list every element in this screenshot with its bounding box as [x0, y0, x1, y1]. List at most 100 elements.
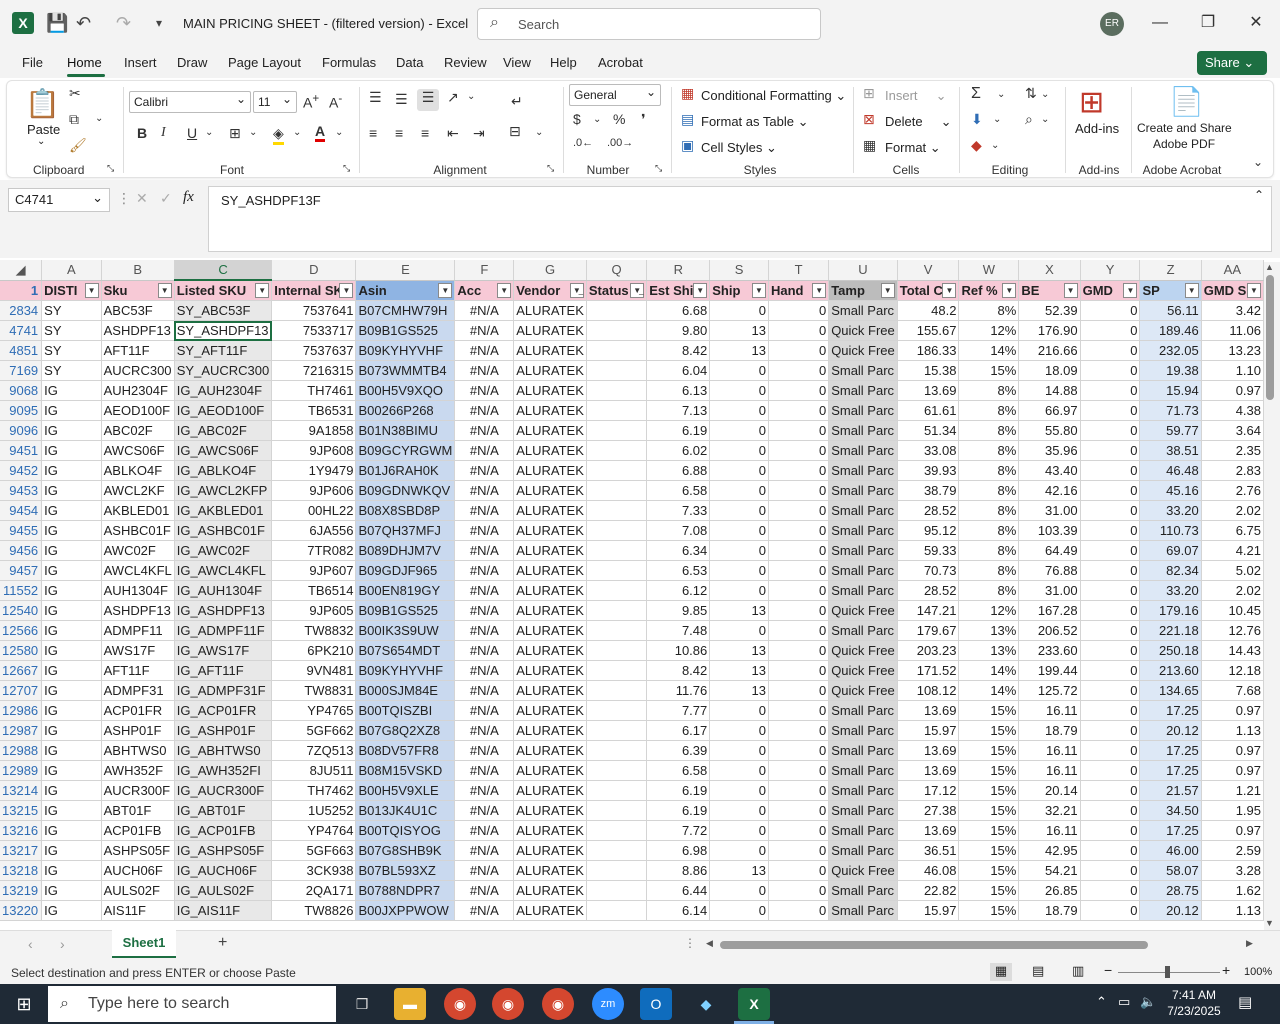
sort-filter-dropdown-icon[interactable]: ⌄ — [1041, 89, 1049, 100]
cell[interactable]: 0 — [709, 560, 769, 581]
row-number[interactable]: 13218 — [0, 860, 43, 881]
cell[interactable]: 52.39 — [1018, 300, 1081, 321]
cell[interactable]: 2.59 — [1201, 840, 1264, 861]
number-launcher-icon[interactable]: ⤡ — [655, 163, 662, 174]
cell[interactable]: 33.20 — [1139, 500, 1202, 521]
cell[interactable]: 0 — [768, 400, 830, 421]
cell[interactable]: 6.39 — [646, 740, 711, 761]
cell[interactable]: 9A1858 — [271, 420, 357, 441]
cell[interactable]: 0 — [768, 480, 830, 501]
cell[interactable]: IG_AUH2304F — [174, 380, 273, 401]
cell[interactable]: 58.07 — [1139, 860, 1202, 881]
cell[interactable]: 13 — [709, 320, 769, 341]
fill-icon[interactable]: ⬇ — [971, 111, 983, 128]
cell[interactable]: B07G8Q2XZ8 — [355, 720, 456, 741]
align-middle-icon[interactable]: ☰ — [395, 91, 408, 108]
cell[interactable]: 0 — [768, 860, 830, 881]
cell[interactable]: 8JU511 — [271, 760, 357, 781]
cell[interactable]: 199.44 — [1018, 660, 1081, 681]
font-size-combo[interactable]: 11 — [253, 89, 297, 113]
cell[interactable]: ALURATEK — [513, 480, 587, 501]
cell[interactable]: 54.21 — [1018, 860, 1081, 881]
cell[interactable] — [586, 700, 648, 721]
cell[interactable]: 18.09 — [1018, 360, 1081, 381]
cell[interactable]: 206.52 — [1018, 620, 1081, 641]
cell[interactable]: IG_AUCH06F — [174, 860, 273, 881]
create-pdf-icon[interactable]: 📄 — [1169, 85, 1204, 118]
cell[interactable]: ADMPF31 — [101, 680, 175, 701]
alignment-launcher-icon[interactable]: ⤡ — [547, 163, 554, 174]
cell[interactable]: IG_ASHBC01F — [174, 520, 273, 541]
cell[interactable]: #N/A — [454, 340, 515, 361]
cell[interactable]: 0 — [709, 420, 769, 441]
cell[interactable]: IG — [41, 620, 102, 641]
cell[interactable]: 1.13 — [1201, 720, 1264, 741]
cell[interactable]: AIS11F — [101, 900, 175, 921]
cell[interactable]: IG_ASHPS05F — [174, 840, 273, 861]
cell[interactable]: 0 — [709, 360, 769, 381]
cell[interactable]: Quick Free — [828, 660, 898, 681]
cell[interactable]: IG — [41, 500, 102, 521]
cell[interactable]: ASHBC01F — [101, 520, 175, 541]
tab-acrobat[interactable]: Acrobat — [598, 55, 643, 70]
cell[interactable]: 14% — [958, 340, 1020, 361]
cell[interactable]: B09KYHYVHF — [355, 660, 456, 681]
cell[interactable]: 0 — [709, 700, 769, 721]
cell[interactable]: 28.75 — [1139, 880, 1202, 901]
normal-view-icon[interactable]: ▦ — [990, 963, 1012, 981]
filter-dropdown-icon[interactable]: ▼ — [497, 282, 512, 298]
cell[interactable]: 0 — [768, 520, 830, 541]
cell[interactable]: ALURATEK — [513, 720, 587, 741]
header-cell[interactable]: Vendor ▼̲ — [513, 280, 587, 301]
cell[interactable]: ALURATEK — [513, 860, 587, 881]
cell[interactable]: Small Parc — [828, 540, 898, 561]
cell[interactable]: 0 — [1080, 720, 1141, 741]
cell[interactable]: 28.52 — [897, 500, 960, 521]
cell[interactable]: 0 — [768, 820, 830, 841]
cell[interactable]: 5GF663 — [271, 840, 357, 861]
add-sheet-icon[interactable]: + — [218, 934, 227, 952]
create-share-pdf-line1[interactable]: Create and Share — [1137, 121, 1232, 135]
cell[interactable]: B01N38BIMU — [355, 420, 456, 441]
cell[interactable]: 3.64 — [1201, 420, 1264, 441]
cell[interactable]: IG — [41, 700, 102, 721]
cell[interactable]: Small Parc — [828, 420, 898, 441]
column-header-s[interactable]: S — [709, 260, 769, 281]
scroll-down-icon[interactable]: ▼ — [1265, 918, 1274, 928]
cell[interactable]: 5GF662 — [271, 720, 357, 741]
formula-input[interactable]: SY_ASHDPF13F — [208, 186, 1272, 252]
cell[interactable]: 0 — [768, 460, 830, 481]
cell[interactable]: #N/A — [454, 440, 515, 461]
cell[interactable]: 0 — [1080, 620, 1141, 641]
cell[interactable]: 9JP607 — [271, 560, 357, 581]
cell[interactable]: 3.42 — [1201, 300, 1264, 321]
cell[interactable]: 9JP608 — [271, 440, 357, 461]
cell[interactable]: ALURATEK — [513, 880, 587, 901]
filter-dropdown-icon[interactable]: ▼ — [880, 282, 895, 298]
cell[interactable] — [586, 820, 648, 841]
cell[interactable]: IG — [41, 460, 102, 481]
borders-dropdown-icon[interactable]: ⌄ — [249, 127, 257, 138]
cell[interactable]: #N/A — [454, 600, 515, 621]
cell[interactable]: ALURATEK — [513, 400, 587, 421]
cell[interactable]: AWS17F — [101, 640, 175, 661]
cell[interactable]: IG_AKBLED01 — [174, 500, 273, 521]
cell[interactable]: #N/A — [454, 480, 515, 501]
header-cell[interactable]: Listed SKU ▼ — [174, 280, 273, 301]
cell[interactable]: ALURATEK — [513, 300, 587, 321]
cell[interactable]: #N/A — [454, 680, 515, 701]
cell[interactable]: 13% — [958, 620, 1020, 641]
cell[interactable]: 4.38 — [1201, 400, 1264, 421]
cell[interactable]: 6.19 — [646, 780, 711, 801]
cell[interactable]: AULS02F — [101, 880, 175, 901]
cell[interactable]: 14% — [958, 660, 1020, 681]
cell[interactable]: 1.10 — [1201, 360, 1264, 381]
zoom-in-icon[interactable]: + — [1222, 962, 1230, 978]
cell[interactable]: 0 — [709, 780, 769, 801]
cell[interactable]: IG — [41, 880, 102, 901]
cell[interactable]: 39.93 — [897, 460, 960, 481]
cell[interactable] — [586, 340, 648, 361]
cell[interactable]: 15% — [958, 360, 1020, 381]
cell[interactable]: 0 — [709, 900, 769, 921]
cell[interactable]: 8% — [958, 500, 1020, 521]
